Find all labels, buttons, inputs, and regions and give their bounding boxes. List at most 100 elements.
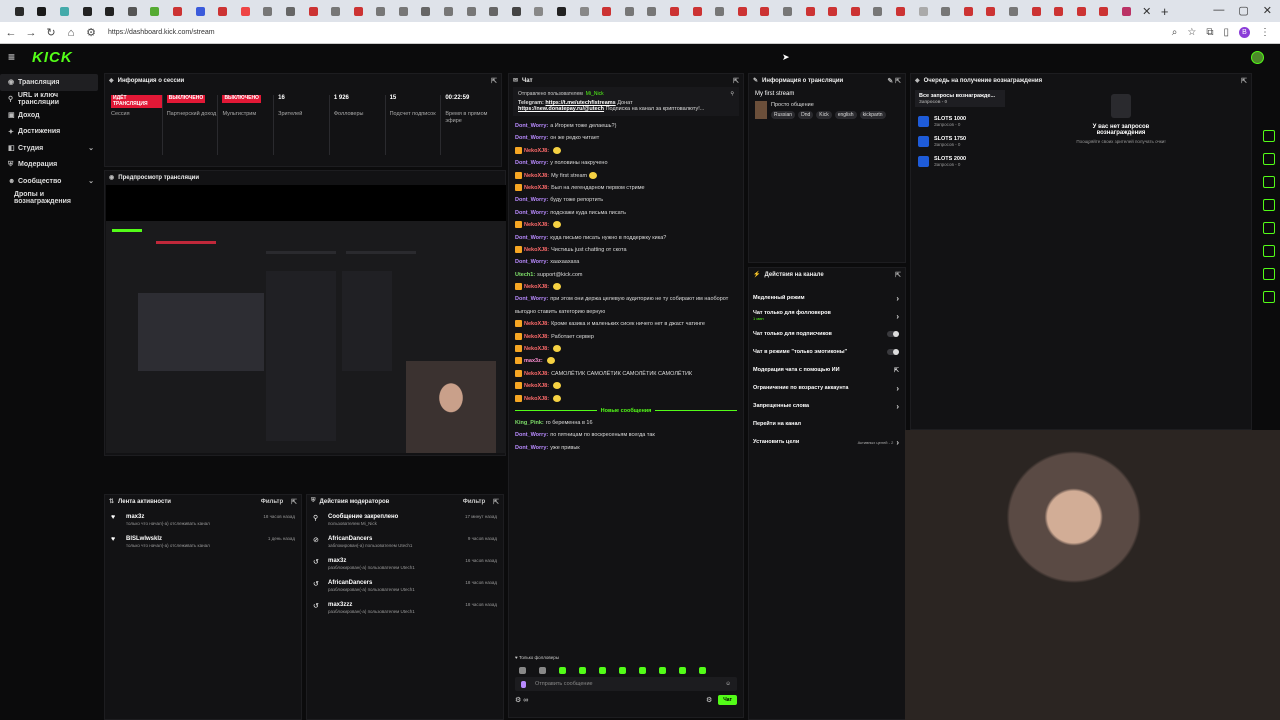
quick-emote-icon[interactable] [619,666,626,674]
new-tab-button[interactable]: + [1156,4,1174,19]
browser-tab[interactable] [731,0,754,22]
pinned-link-donate[interactable]: https://new.donatepay.ru/@utech [518,106,604,112]
chat-username[interactable]: max3z: [524,358,543,364]
action-age-restriction[interactable]: Ограничение по возрасту аккаунта › [749,379,905,397]
back-icon[interactable]: ← [2,27,20,39]
browser-tab[interactable] [347,0,370,22]
rail-tool-button[interactable] [1263,268,1275,280]
forward-icon[interactable]: → [22,27,40,39]
quick-emote-icon[interactable] [639,666,646,674]
sidebar-item-stream[interactable]: ◉ Трансляция [0,74,98,91]
browser-tab[interactable] [1002,0,1025,22]
chat-username[interactable]: Dont_Worry: [515,432,548,438]
browser-tab[interactable] [821,0,844,22]
popout-icon[interactable]: ⇱ [1241,77,1247,85]
action-banned-words[interactable]: Запрещенные слова › [749,397,905,415]
reward-item[interactable]: SLOTS 2000 Запросов - 0 [915,153,1005,170]
browser-tab[interactable] [844,0,867,22]
sidepanel-icon[interactable]: ▯ [1223,27,1229,38]
reward-item[interactable]: SLOTS 1750 Запросов - 0 [915,133,1005,150]
rail-tool-button[interactable] [1263,176,1275,188]
chat-username[interactable]: Dont_Worry: [515,259,548,265]
browser-tab[interactable] [415,0,438,22]
browser-tab[interactable] [279,0,302,22]
sidebar-item-moderation[interactable]: ⛨ Модерация [0,157,100,174]
chat-username[interactable]: Dont_Worry: [515,235,548,241]
chat-username[interactable]: NekoXJ8: [524,383,549,389]
feed-user[interactable]: max3z [126,514,263,520]
browser-tab[interactable] [1115,0,1138,22]
maximize-icon[interactable]: ▢ [1238,4,1248,17]
browser-tab[interactable] [98,0,121,22]
rail-tool-button[interactable] [1263,130,1275,142]
browser-tab[interactable] [121,0,144,22]
user-avatar[interactable] [1251,51,1264,64]
popout-icon[interactable]: ⇱ [895,271,901,279]
emote-only-toggle[interactable] [887,349,899,355]
send-chat-button[interactable]: Чат [718,695,737,705]
chat-username[interactable]: Dont_Worry: [515,296,548,302]
quick-emote-icon[interactable] [659,666,666,674]
new-messages-divider[interactable]: Новые сообщения [515,408,737,414]
sidebar-item-community[interactable]: ☻ Сообщество ⌄ [0,173,100,190]
quick-emote-icon[interactable] [539,666,546,674]
browser-tab[interactable] [324,0,347,22]
browser-tab[interactable] [912,0,935,22]
filter-button[interactable]: Фильтр [463,499,485,505]
browser-tab[interactable] [53,0,76,22]
chat-username[interactable]: Dont_Worry: [515,197,548,203]
kick-logo[interactable]: KICK [32,49,73,66]
url-field[interactable]: https://dashboard.kick.com/stream [108,29,1172,36]
window-close-icon[interactable]: ✕ [1263,4,1272,17]
chat-settings-icon[interactable]: ⚙ ∞ [515,696,528,704]
browser-tab[interactable] [708,0,731,22]
subs-only-toggle[interactable] [887,331,899,337]
popout-icon[interactable]: ⇱ [491,77,497,85]
sidebar-item-income[interactable]: ▣ Доход [0,107,100,124]
browser-tab[interactable] [234,0,257,22]
quick-emote-icon[interactable] [559,666,566,674]
site-info-icon[interactable]: ⚙ [82,26,100,39]
browser-tab[interactable] [370,0,393,22]
menu-icon[interactable]: ⋮ [1260,27,1270,38]
sidebar-item-drops[interactable]: Дропы и вознаграждения [0,190,100,206]
home-icon[interactable]: ⌂ [62,27,80,39]
chat-username[interactable]: Utech1: [515,272,535,278]
gear-icon[interactable]: ⚙ [706,696,712,704]
browser-tab[interactable] [799,0,822,22]
chat-username[interactable]: Dont_Worry: [515,123,548,129]
mic-icon[interactable] [521,680,526,688]
action-followers-only[interactable]: Чат только для фолловеров 1 мин › [749,307,905,325]
quick-emote-icon[interactable] [599,666,606,674]
chat-input[interactable]: Отправить сообщение ☺ [515,677,737,691]
browser-tab[interactable] [437,0,460,22]
reload-icon[interactable]: ↻ [42,26,60,39]
browser-tab[interactable] [189,0,212,22]
action-set-goals[interactable]: Установить цели Активных целей - 2 › [749,433,905,451]
browser-tab[interactable] [144,0,167,22]
filter-button[interactable]: Фильтр [261,499,283,505]
all-requests-button[interactable]: Все запросы вознагражде... Запросов - 0 [915,90,1005,107]
browser-tab[interactable] [392,0,415,22]
action-ai-moderation[interactable]: Модерация чата с помощью ИИ ⇱ [749,361,905,379]
browser-tab[interactable] [867,0,890,22]
rail-tool-button[interactable] [1263,291,1275,303]
popout-icon[interactable]: ⇱ [733,77,739,85]
browser-tab[interactable] [31,0,54,22]
action-slow-mode[interactable]: Медленный режим › [749,289,905,307]
browser-tab[interactable] [1047,0,1070,22]
chat-username[interactable]: NekoXJ8: [524,321,549,327]
feed-user[interactable]: BlSLwlwsklz [126,536,268,542]
chat-username[interactable]: NekoXJ8: [524,173,549,179]
popout-icon[interactable]: ⇱ [291,498,297,506]
action-goto-channel[interactable]: Перейти на канал [749,415,905,433]
browser-tab[interactable] [1093,0,1116,22]
chat-username[interactable]: NekoXJ8: [524,148,549,154]
rail-tool-button[interactable] [1263,222,1275,234]
chat-username[interactable]: Dont_Worry: [515,445,548,451]
rail-tool-button[interactable] [1263,199,1275,211]
chat-username[interactable]: NekoXJ8: [524,222,549,228]
close-tab-icon[interactable]: ✕ [1138,5,1156,18]
browser-tab[interactable] [460,0,483,22]
quick-emote-icon[interactable] [679,666,686,674]
